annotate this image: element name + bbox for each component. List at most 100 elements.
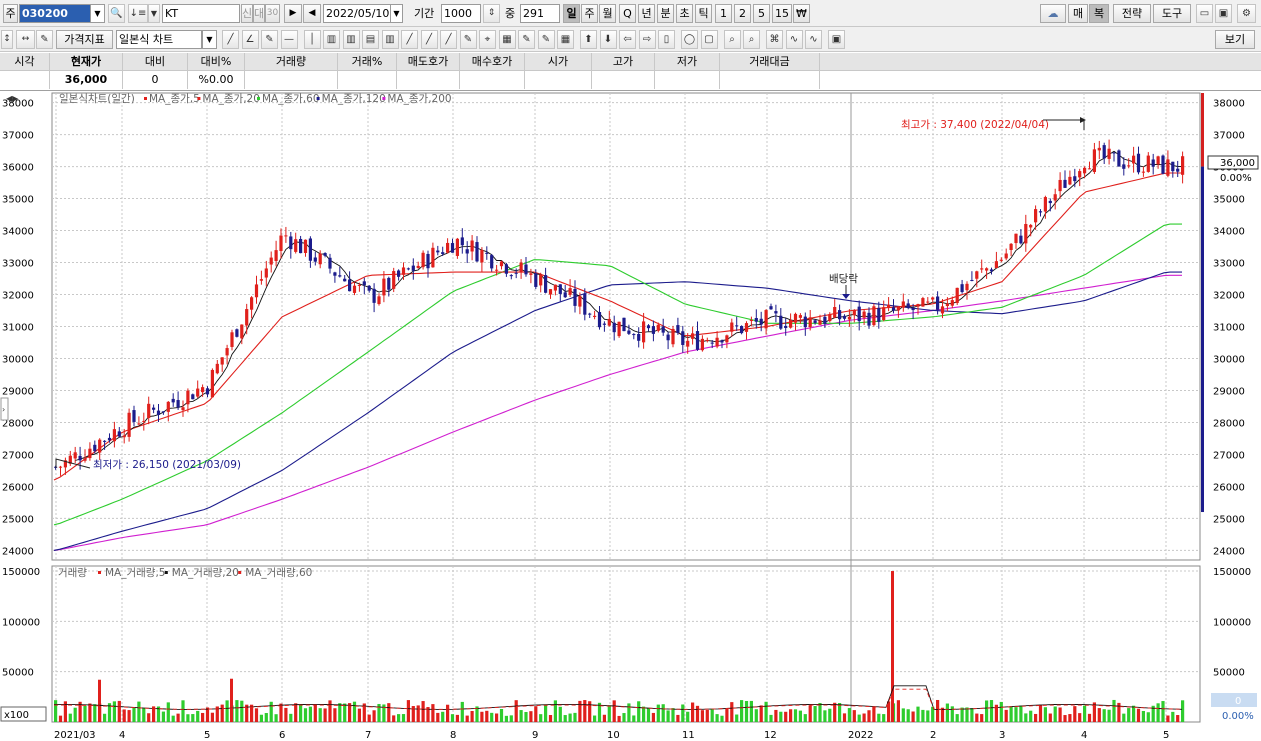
- updown-arrow-icon[interactable]: ↕: [1, 30, 13, 49]
- interval-month[interactable]: 월: [599, 4, 616, 23]
- draw-tool-icon-3[interactable]: —: [280, 30, 298, 49]
- draw-tool-icon-27[interactable]: ⌘: [766, 30, 783, 49]
- draw-tool-icon-2[interactable]: ✎: [261, 30, 278, 49]
- save-icon[interactable]: ▣: [1215, 4, 1232, 23]
- draw-tool-icon-14[interactable]: ▦: [498, 30, 516, 49]
- draw-tool-icon-17[interactable]: ▦: [557, 30, 574, 49]
- edit-icon[interactable]: ✎: [36, 30, 53, 49]
- folder-icon[interactable]: ▭: [1196, 4, 1213, 23]
- volume-bar: [725, 709, 729, 722]
- draw-tool-icon-9[interactable]: ╱: [401, 30, 418, 49]
- interval-quarter[interactable]: Q: [619, 4, 636, 23]
- market-tab[interactable]: 주: [3, 4, 18, 23]
- draw-tool-icon-0[interactable]: ╱: [222, 30, 239, 49]
- date-input[interactable]: 2022/05/10: [323, 4, 391, 23]
- settings-icon[interactable]: ⚙: [1237, 4, 1256, 23]
- name-tab-shin[interactable]: 신: [241, 4, 253, 23]
- volume-bar: [1166, 715, 1170, 722]
- next-icon[interactable]: ▶: [284, 4, 302, 23]
- volume-bar: [945, 703, 949, 722]
- code-dropdown-icon[interactable]: ▼: [91, 4, 105, 23]
- search-icon[interactable]: 🔍: [108, 4, 125, 23]
- price-legend-swatch: [316, 97, 320, 100]
- volume-bar: [132, 707, 136, 722]
- name-tab-dae[interactable]: 대: [253, 4, 265, 23]
- period-input[interactable]: 1000: [441, 4, 481, 23]
- draw-tool-icon-12[interactable]: ✎: [459, 30, 477, 49]
- draw-tool-icon-1[interactable]: ∠: [241, 30, 259, 49]
- currency-icon[interactable]: ₩: [793, 4, 810, 23]
- volume-spike-bar: [891, 571, 894, 722]
- stock-name-field[interactable]: KT: [162, 4, 240, 23]
- interval-1[interactable]: 1: [715, 4, 732, 23]
- name-tab-30[interactable]: 30: [265, 4, 280, 23]
- scroll-arrows-icon[interactable]: ◀▶: [6, 94, 19, 103]
- draw-tool-icon-13[interactable]: ⌖: [479, 30, 496, 49]
- draw-tool-icon-10[interactable]: ╱: [420, 30, 438, 49]
- volume-bar: [88, 703, 92, 722]
- mae-button[interactable]: 매: [1068, 4, 1088, 23]
- prev-icon[interactable]: ◀: [303, 4, 321, 23]
- interval-second[interactable]: 초: [676, 4, 693, 23]
- volume-spike-bar: [98, 679, 101, 722]
- candle-body: [514, 272, 518, 274]
- cloud-icon[interactable]: ☁: [1040, 4, 1066, 23]
- chart-type-dropdown-icon[interactable]: ▼: [202, 30, 217, 49]
- candle-body: [1063, 179, 1067, 188]
- quote-header-open: 시가: [525, 53, 592, 71]
- strategy-button[interactable]: 전략: [1113, 4, 1151, 23]
- draw-tool-icon-29[interactable]: ∿: [805, 30, 822, 49]
- draw-tool-icon-20[interactable]: ⇦: [619, 30, 636, 49]
- candle-body: [975, 271, 979, 279]
- draw-tool-icon-6[interactable]: ▥: [342, 30, 360, 49]
- interval-15[interactable]: 15: [772, 4, 792, 23]
- candle-body: [588, 313, 592, 315]
- middle-input[interactable]: 291: [520, 4, 560, 23]
- candle-body: [862, 311, 866, 318]
- draw-tool-icon-11[interactable]: ╱: [440, 30, 457, 49]
- date-dropdown-icon[interactable]: ▼: [390, 4, 403, 23]
- draw-tool-icon-7[interactable]: ▤: [362, 30, 379, 49]
- interval-day[interactable]: 일: [563, 4, 580, 23]
- draw-tool-icon-21[interactable]: ⇨: [638, 30, 656, 49]
- stock-code-input[interactable]: 030200: [19, 4, 91, 23]
- price-indicator-button[interactable]: 가격지표: [56, 30, 113, 49]
- candle-body: [593, 315, 597, 317]
- leftright-arrow-icon[interactable]: ↔: [16, 30, 35, 49]
- draw-tool-icon-24[interactable]: ▢: [700, 30, 718, 49]
- interval-week[interactable]: 주: [581, 4, 598, 23]
- volume-bar: [181, 700, 185, 722]
- interval-tick[interactable]: 틱: [695, 4, 712, 23]
- sort-dropdown-icon[interactable]: ▼: [148, 4, 160, 23]
- draw-tool-icon-16[interactable]: ✎: [537, 30, 555, 49]
- interval-2[interactable]: 2: [734, 4, 751, 23]
- draw-tool-icon-18[interactable]: ⬆: [580, 30, 597, 49]
- price-tick-right: 33000: [1213, 259, 1245, 270]
- interval-5[interactable]: 5: [753, 4, 770, 23]
- draw-tool-icon-25[interactable]: ⌕: [723, 30, 741, 49]
- time-tick-label: 4: [1081, 730, 1087, 741]
- draw-tool-icon-28[interactable]: ∿: [785, 30, 803, 49]
- spin-icon[interactable]: ⇕: [483, 4, 500, 23]
- draw-tool-icon-30[interactable]: ▣: [828, 30, 845, 49]
- view-button[interactable]: 보기: [1215, 30, 1255, 49]
- chart-type-select[interactable]: 일본식 차트: [116, 30, 202, 49]
- bok-button[interactable]: 복: [1089, 4, 1109, 23]
- interval-minute[interactable]: 분: [657, 4, 674, 23]
- draw-tool-icon-22[interactable]: ▯: [658, 30, 675, 49]
- draw-tool-icon-23[interactable]: ◯: [681, 30, 698, 49]
- draw-tool-icon-5[interactable]: ▥: [323, 30, 340, 49]
- draw-tool-icon-26[interactable]: ⌕: [743, 30, 760, 49]
- tools-button[interactable]: 도구: [1153, 4, 1191, 23]
- volume-bar: [568, 713, 572, 722]
- stock-chart[interactable]: 24000 24000 25000 25000 26000 26000 27000 27000…: [0, 91, 1261, 741]
- draw-tool-icon-8[interactable]: ▥: [381, 30, 399, 49]
- candle-body: [838, 310, 842, 320]
- volume-bar: [823, 710, 827, 722]
- draw-tool-icon-15[interactable]: ✎: [518, 30, 535, 49]
- candle-body: [1058, 179, 1062, 192]
- sort-icon[interactable]: ↓≡: [128, 4, 148, 23]
- interval-year[interactable]: 년: [638, 4, 655, 23]
- draw-tool-icon-19[interactable]: ⬇: [599, 30, 617, 49]
- draw-tool-icon-4[interactable]: │: [303, 30, 321, 49]
